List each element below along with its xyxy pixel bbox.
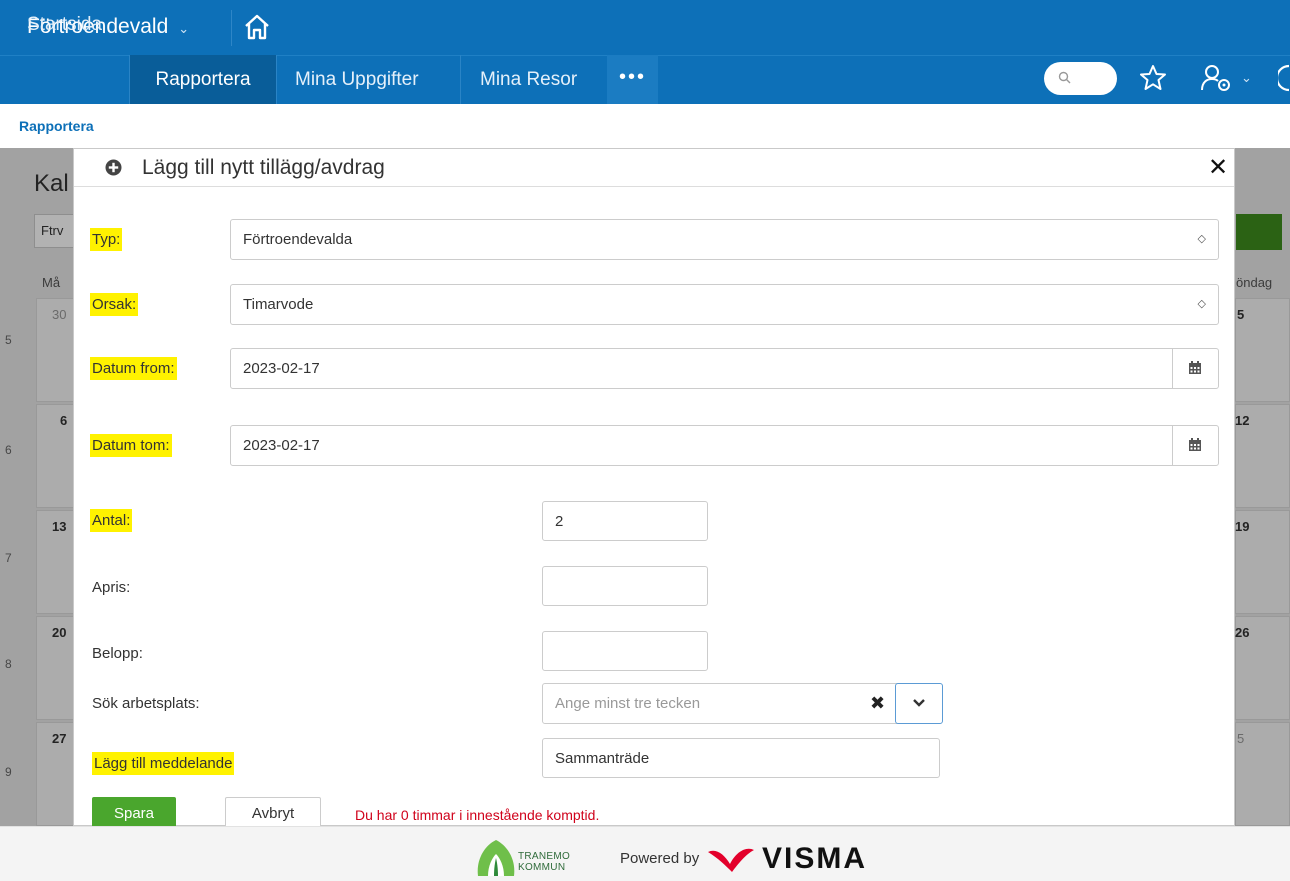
nav-more-button[interactable]: •••	[607, 55, 658, 104]
apris-label: Apris:	[92, 579, 131, 596]
help-icon[interactable]	[1278, 64, 1290, 92]
user-settings-icon[interactable]	[1200, 63, 1234, 93]
datum-tom-label-text: Datum tom:	[90, 434, 172, 457]
meddelande-label-text: Lägg till meddelande	[92, 752, 235, 775]
clear-icon[interactable]: ✖	[870, 684, 885, 723]
orsak-label: Orsak:	[90, 293, 139, 316]
plus-circle-icon	[105, 159, 122, 176]
star-icon[interactable]	[1138, 63, 1168, 93]
meddelande-input[interactable]: Sammanträde	[542, 738, 940, 778]
search-input[interactable]	[1044, 62, 1117, 95]
home-icon[interactable]	[242, 12, 272, 42]
dialog-title: Lägg till nytt tillägg/avdrag	[142, 156, 385, 179]
nav-mina-resor[interactable]: Mina Resor	[480, 55, 577, 104]
search-icon	[1058, 71, 1071, 84]
tranemo-kommun-logo	[477, 840, 515, 876]
nav-rapportera[interactable]: Rapportera	[130, 55, 276, 104]
dialog-header: Lägg till nytt tillägg/avdrag ✕	[74, 149, 1234, 187]
select-arrows-icon: ◇	[1197, 298, 1206, 310]
divider	[231, 10, 232, 46]
datum-from-label: Datum from:	[90, 357, 177, 380]
breadcrumb[interactable]: Rapportera	[19, 118, 94, 134]
top-bar	[0, 0, 1290, 55]
tranemo-kommun-text: TRANEMO KOMMUN	[518, 851, 570, 873]
comp-time-warning: Du har 0 timmar i innestående komptid.	[355, 807, 600, 823]
meddelande-value: Sammanträde	[555, 750, 650, 767]
select-arrows-icon: ◇	[1197, 233, 1206, 245]
tranemo-line: TRANEMO	[518, 851, 571, 862]
datum-tom-value: 2023-02-17	[243, 437, 320, 454]
chevron-down-icon	[913, 699, 925, 707]
arbetsplats-dropdown-button[interactable]	[895, 683, 943, 724]
add-supplement-dialog: Lägg till nytt tillägg/avdrag ✕ Typ: För…	[73, 148, 1235, 833]
typ-label: Typ:	[90, 228, 123, 251]
datum-from-input[interactable]: 2023-02-17	[230, 348, 1219, 389]
apris-input[interactable]	[542, 566, 708, 606]
datum-tom-input[interactable]: 2023-02-17	[230, 425, 1219, 466]
antal-input[interactable]: 2	[542, 501, 708, 541]
datum-from-value: 2023-02-17	[243, 360, 320, 377]
chevron-down-icon[interactable]: ⌄	[1241, 70, 1252, 86]
belopp-input[interactable]	[542, 631, 708, 671]
typ-label-text: Typ:	[90, 228, 123, 251]
orsak-value: Timarvode	[243, 296, 314, 313]
arbetsplats-label: Sök arbetsplats:	[92, 695, 200, 712]
nav-startsida[interactable]: Startsida	[27, 0, 102, 49]
close-icon[interactable]: ✕	[1208, 153, 1228, 182]
antal-label: Antal:	[90, 509, 133, 532]
calendar-icon	[1189, 361, 1201, 374]
calendar-icon	[1189, 438, 1201, 451]
visma-logo-text: VISMA	[762, 842, 868, 875]
visma-logo-icon	[708, 848, 754, 872]
arbetsplats-placeholder: Ange minst tre tecken	[555, 695, 701, 712]
antal-value: 2	[555, 513, 564, 530]
datum-tom-calendar-button[interactable]	[1172, 426, 1218, 465]
belopp-label: Belopp:	[92, 645, 143, 662]
powered-by-text: Powered by	[620, 850, 700, 867]
arbetsplats-search-input[interactable]: Ange minst tre tecken ✖	[542, 683, 943, 724]
typ-select[interactable]: Förtroendevalda ◇	[230, 219, 1219, 260]
typ-value: Förtroendevalda	[243, 231, 353, 248]
antal-label-text: Antal:	[90, 509, 133, 532]
orsak-select[interactable]: Timarvode ◇	[230, 284, 1219, 325]
orsak-label-text: Orsak:	[90, 293, 139, 316]
datum-from-calendar-button[interactable]	[1172, 349, 1218, 388]
datum-tom-label: Datum tom:	[90, 434, 172, 457]
meddelande-label: Lägg till meddelande	[92, 752, 235, 775]
nav-mina-uppgifter[interactable]: Mina Uppgifter	[295, 55, 419, 104]
datum-from-label-text: Datum from:	[90, 357, 177, 380]
chevron-down-icon: ⌄	[178, 21, 190, 36]
kommun-line: KOMMUN	[518, 862, 566, 873]
nav-separator	[460, 55, 461, 104]
nav-separator	[276, 55, 277, 104]
